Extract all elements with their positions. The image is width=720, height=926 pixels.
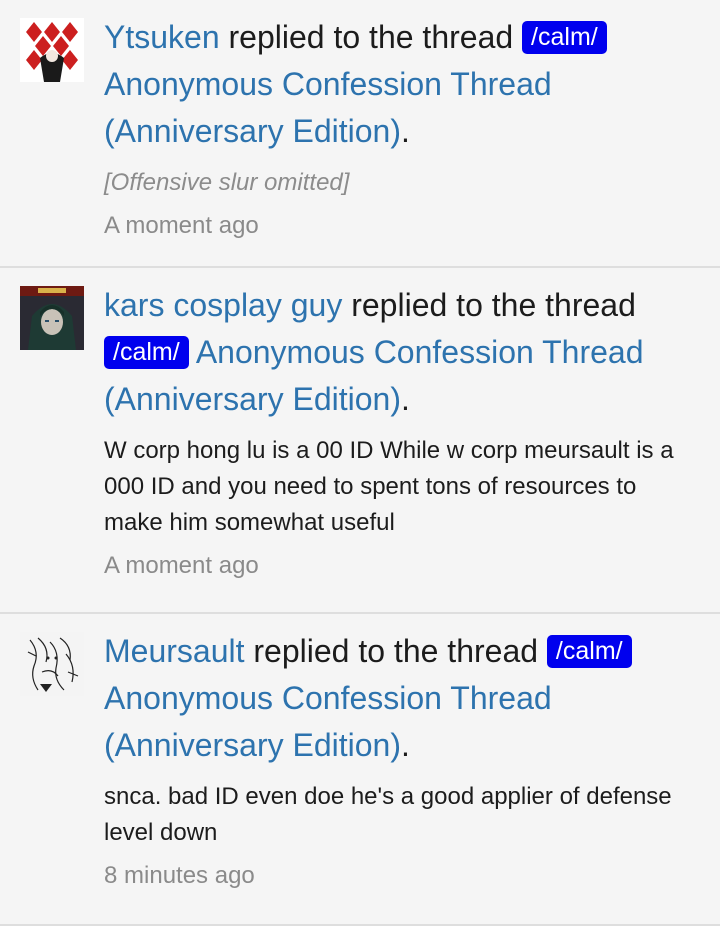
timestamp: A moment ago (104, 212, 259, 239)
username-link[interactable]: Meursault (104, 633, 245, 669)
timestamp: A moment ago (104, 552, 259, 579)
action-text: replied to the thread (219, 19, 523, 55)
action-text: replied to the thread (342, 287, 636, 323)
period: . (401, 727, 410, 763)
alert-item[interactable]: kars cosplay guy replied to the thread /… (0, 268, 720, 614)
alert-content: kars cosplay guy replied to the thread /… (104, 268, 720, 612)
alert-headline: kars cosplay guy replied to the thread /… (104, 282, 700, 423)
avatar[interactable] (20, 286, 84, 350)
thread-title-link[interactable]: Anonymous Confession Thread (Anniversary… (104, 66, 552, 149)
timestamp: 8 minutes ago (104, 862, 255, 889)
avatar[interactable] (20, 632, 84, 696)
reply-snippet: snca. bad ID even doe he's a good applie… (104, 783, 672, 846)
reply-snippet: [Offensive slur omitted] (104, 169, 350, 196)
alert-content: Meursault replied to the thread /calm/ A… (104, 614, 720, 924)
thread-prefix-badge[interactable]: /calm/ (546, 635, 632, 668)
alert-content: Ytsuken replied to the thread /calm/ Ano… (104, 0, 720, 266)
avatar-container (0, 268, 104, 612)
action-text: replied to the thread (244, 633, 547, 669)
thread-prefix-badge[interactable]: /calm/ (522, 21, 607, 54)
alert-item[interactable]: Meursault replied to the thread /calm/ A… (0, 614, 720, 926)
alert-headline: Meursault replied to the thread /calm/ A… (104, 628, 700, 769)
alert-list: Ytsuken replied to the thread /calm/ Ano… (0, 0, 720, 926)
alert-headline: Ytsuken replied to the thread /calm/ Ano… (104, 14, 700, 155)
reply-snippet: W corp hong lu is a 00 ID While w corp m… (104, 437, 674, 536)
username-link[interactable]: kars cosplay guy (104, 287, 342, 323)
avatar-container (0, 614, 104, 924)
period: . (401, 381, 410, 417)
period: . (401, 113, 410, 149)
thread-title-link[interactable]: Anonymous Confession Thread (Anniversary… (104, 680, 552, 763)
username-link[interactable]: Ytsuken (104, 19, 220, 55)
avatar[interactable] (20, 18, 84, 82)
thread-prefix-badge[interactable]: /calm/ (104, 336, 189, 369)
avatar-container (0, 0, 104, 266)
alert-item[interactable]: Ytsuken replied to the thread /calm/ Ano… (0, 0, 720, 268)
